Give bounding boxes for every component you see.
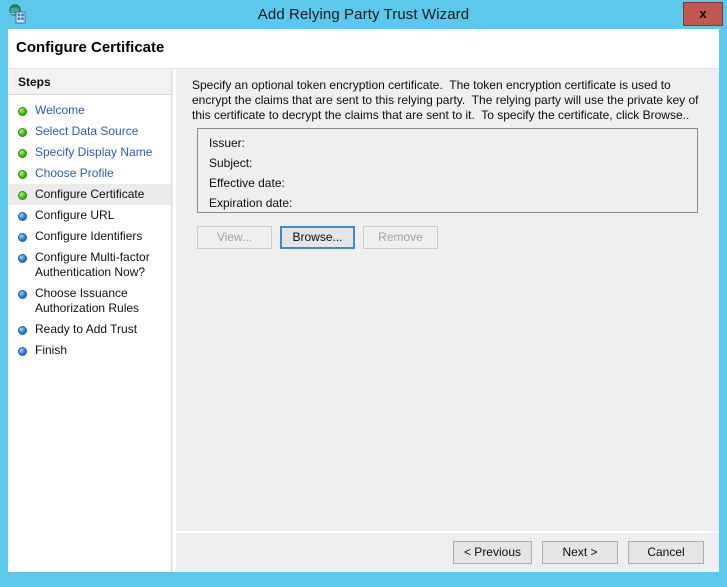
sidebar-step-label: Configure Identifiers xyxy=(35,229,143,243)
sidebar-step-label: Configure URL xyxy=(35,208,115,222)
footer-buttons: < Previous Next > Cancel xyxy=(452,541,704,564)
sidebar-step-label: Welcome xyxy=(35,103,85,117)
sidebar-step-4[interactable]: Configure Certificate xyxy=(8,184,171,205)
certificate-effective-date-row: Effective date: xyxy=(209,176,285,190)
sidebar-step-label: Configure Multi-factor Authentication No… xyxy=(35,250,150,279)
step-complete-icon xyxy=(18,128,27,137)
step-complete-icon xyxy=(18,170,27,179)
step-pending-icon xyxy=(18,254,27,263)
title-bar: Add Relying Party Trust Wizard x xyxy=(0,0,727,29)
previous-button[interactable]: < Previous xyxy=(452,541,532,564)
window-title: Add Relying Party Trust Wizard xyxy=(257,6,470,23)
page-header: Configure Certificate xyxy=(8,29,719,69)
sidebar-step-2[interactable]: Specify Display Name xyxy=(8,142,171,163)
sidebar-step-10[interactable]: Finish xyxy=(8,340,171,361)
sidebar-step-label: Select Data Source xyxy=(35,124,139,138)
step-pending-icon xyxy=(18,326,27,335)
browse-button[interactable]: Browse... xyxy=(280,226,355,249)
sidebar-step-label: Choose Profile xyxy=(35,166,114,180)
window-body: Configure Certificate Steps Welcome Selec… xyxy=(8,29,719,572)
cancel-button[interactable]: Cancel xyxy=(628,541,704,564)
sidebar-step-label: Specify Display Name xyxy=(35,145,153,159)
sidebar-step-label: Finish xyxy=(35,343,68,357)
sidebar-step-3[interactable]: Choose Profile xyxy=(8,163,171,184)
steps-list: Welcome Select Data Source Specify Display… xyxy=(8,95,171,361)
sidebar-step-label: Configure Certificate xyxy=(35,187,145,201)
certificate-issuer-row: Issuer: xyxy=(209,136,246,150)
steps-header-label: Steps xyxy=(18,75,51,89)
window-border-bottom xyxy=(0,572,727,587)
remove-button[interactable]: Remove xyxy=(363,226,438,249)
step-complete-icon xyxy=(18,107,27,116)
sidebar-step-label: Choose Issuance Authorization Rules xyxy=(35,286,140,315)
step-pending-icon xyxy=(18,290,27,299)
window-border-right xyxy=(719,29,727,587)
sidebar-step-7[interactable]: Configure Multi-factor Authentication No… xyxy=(8,247,171,283)
page-title: Configure Certificate xyxy=(16,39,165,56)
wizard-footer: < Previous Next > Cancel xyxy=(173,531,719,572)
step-pending-icon xyxy=(18,212,27,221)
certificate-details-box: Issuer: Subject: Effective date: Expirat… xyxy=(197,128,698,213)
step-complete-icon xyxy=(18,191,27,200)
certificate-actions: View... Browse... Remove xyxy=(197,226,438,249)
intro-text: Specify an optional token encryption cer… xyxy=(192,78,702,122)
steps-header: Steps xyxy=(8,70,171,95)
steps-sidebar: Steps Welcome Select Data Source Specify D… xyxy=(8,70,172,572)
sidebar-step-1[interactable]: Select Data Source xyxy=(8,121,171,142)
certificate-subject-row: Subject: xyxy=(209,156,253,170)
step-complete-icon xyxy=(18,149,27,158)
window-border-left xyxy=(0,29,8,587)
close-button[interactable]: x xyxy=(683,2,723,26)
step-pending-icon xyxy=(18,347,27,356)
wizard-window: Add Relying Party Trust Wizard x Configu… xyxy=(0,0,727,587)
sidebar-step-8[interactable]: Choose Issuance Authorization Rules xyxy=(8,283,171,319)
next-button[interactable]: Next > xyxy=(542,541,618,564)
sidebar-step-9[interactable]: Ready to Add Trust xyxy=(8,319,171,340)
sidebar-step-6[interactable]: Configure Identifiers xyxy=(8,226,171,247)
sidebar-step-label: Ready to Add Trust xyxy=(35,322,138,336)
view-button[interactable]: View... xyxy=(197,226,272,249)
step-pending-icon xyxy=(18,233,27,242)
sidebar-step-0[interactable]: Welcome xyxy=(8,100,171,121)
certificate-expiration-date-row: Expiration date: xyxy=(209,196,293,210)
sidebar-step-5[interactable]: Configure URL xyxy=(8,205,171,226)
content-panel: Specify an optional token encryption cer… xyxy=(173,70,719,531)
